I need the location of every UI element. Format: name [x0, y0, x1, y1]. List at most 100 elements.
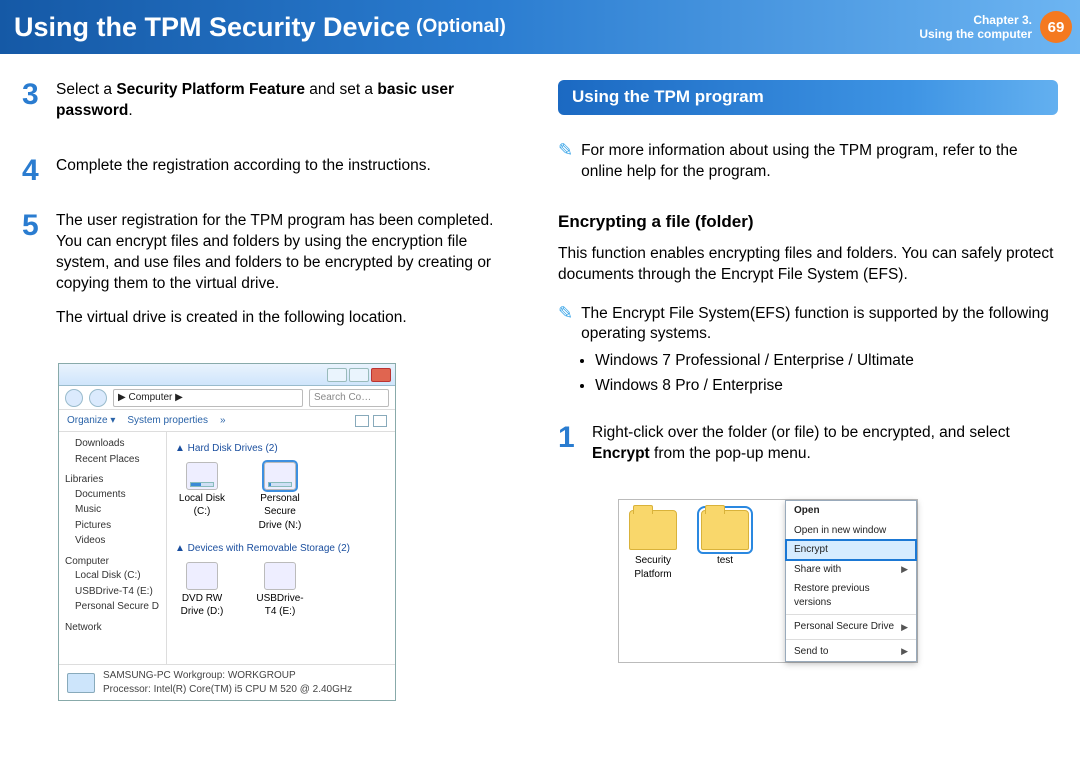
tree-network[interactable]: Network	[65, 621, 166, 635]
note2-li1: Windows 7 Professional / Enterprise / Ul…	[595, 351, 1058, 372]
drive-personal-secure[interactable]: Personal Secure Drive (N:)	[253, 462, 307, 533]
section-banner: Using the TPM program	[558, 80, 1058, 115]
step4-text: Complete the registration according to t…	[56, 156, 431, 177]
nav-back-button[interactable]	[65, 389, 83, 407]
step5-p1: The user registration for the TPM progra…	[56, 211, 522, 295]
nav-fwd-button[interactable]	[89, 389, 107, 407]
tree-localc[interactable]: Local Disk (C:)	[65, 568, 166, 584]
menu-open[interactable]: Open	[786, 501, 916, 521]
organize-menu[interactable]: Organize ▾	[67, 414, 115, 428]
chapter-label: Chapter 3. Using the computer	[919, 13, 1032, 41]
step1r-a: Right-click over the folder (or file) to…	[592, 424, 1010, 441]
chapter-line2: Using the computer	[919, 27, 1032, 41]
note-info-1: ✎ For more information about using the T…	[558, 141, 1058, 189]
note2-li2: Windows 8 Pro / Enterprise	[595, 376, 1058, 397]
pencil-icon: ✎	[558, 141, 573, 189]
page-title: Using the TPM Security Device	[14, 12, 410, 43]
folder-security-platform[interactable]: Security Platform	[625, 510, 681, 581]
left-column: 3 Select a Security Platform Feature and…	[22, 80, 522, 701]
menu-separator	[786, 614, 916, 615]
drive-dvd-label: DVD RW Drive (D:)	[175, 592, 229, 619]
explorer-content: ▲ Hard Disk Drives (2) Local Disk (C:) P…	[167, 432, 395, 664]
note2-lead: The Encrypt File System(EFS) function is…	[581, 304, 1058, 346]
step3-text-c: and set a	[305, 81, 377, 98]
subhead-encrypt: Encrypting a file (folder)	[558, 211, 1058, 234]
view-toggle-icon[interactable]	[355, 415, 369, 427]
context-menu: Open Open in new window Encrypt Share wi…	[785, 500, 917, 662]
drive-usb-label: USBDrive-T4 (E:)	[253, 592, 307, 619]
step3-bold-feature: Security Platform Feature	[116, 81, 305, 98]
drive-local-label: Local Disk (C:)	[175, 492, 229, 519]
page-number-badge: 69	[1040, 11, 1072, 43]
step1r-c: from the pop-up menu.	[650, 445, 811, 462]
menu-restore[interactable]: Restore previous versions	[786, 579, 916, 612]
menu-psd[interactable]: Personal Secure Drive▶	[786, 617, 916, 637]
step-1-right: 1 Right-click over the folder (or file) …	[558, 423, 1058, 479]
step-5: 5 The user registration for the TPM prog…	[22, 211, 522, 344]
context-menu-screenshot: Security Platform test Open Open in new …	[618, 499, 918, 663]
tree-usbt4[interactable]: USBDrive-T4 (E:)	[65, 584, 166, 600]
step-3-body: Select a Security Platform Feature and s…	[56, 80, 522, 136]
nav-tree: Downloads Recent Places Libraries Docume…	[59, 432, 167, 664]
folder-test[interactable]: test	[697, 510, 753, 568]
note-info-2: ✎ The Encrypt File System(EFS) function …	[558, 304, 1058, 402]
window-close-button[interactable]	[371, 368, 391, 382]
tree-documents[interactable]: Documents	[65, 487, 166, 503]
step3-text-a: Select a	[56, 81, 116, 98]
explorer-titlebar	[59, 364, 395, 386]
window-max-button[interactable]	[349, 368, 369, 382]
status-line1: SAMSUNG-PC Workgroup: WORKGROUP	[103, 669, 352, 683]
tree-recent[interactable]: Recent Places	[65, 452, 166, 468]
help-icon[interactable]	[373, 415, 387, 427]
step5-p2: The virtual drive is created in the foll…	[56, 308, 522, 329]
step-number: 4	[22, 156, 46, 191]
drive-local-c[interactable]: Local Disk (C:)	[175, 462, 229, 533]
step1r-b: Encrypt	[592, 445, 650, 462]
menu-share[interactable]: Share with▶	[786, 560, 916, 580]
step-number: 5	[22, 211, 46, 344]
step-3: 3 Select a Security Platform Feature and…	[22, 80, 522, 136]
menu-open-new[interactable]: Open in new window	[786, 521, 916, 541]
tree-videos[interactable]: Videos	[65, 533, 166, 549]
page-title-optional: (Optional)	[416, 16, 506, 38]
section-removable: ▲ Devices with Removable Storage (2)	[175, 542, 387, 556]
section-hdd: ▲ Hard Disk Drives (2)	[175, 442, 387, 456]
folder1-label: Security Platform	[625, 554, 681, 581]
folder-icon	[701, 510, 749, 550]
tree-psd[interactable]: Personal Secure D	[65, 599, 166, 615]
computer-icon	[67, 673, 95, 693]
encrypt-intro: This function enables encrypting files a…	[558, 244, 1058, 286]
tree-libraries[interactable]: Libraries	[65, 473, 166, 487]
tree-computer[interactable]: Computer	[65, 555, 166, 569]
step-5-body: The user registration for the TPM progra…	[56, 211, 522, 344]
menu-sendto[interactable]: Send to▶	[786, 642, 916, 662]
search-input[interactable]: Search Co…	[309, 389, 389, 407]
window-min-button[interactable]	[327, 368, 347, 382]
tree-downloads[interactable]: Downloads	[65, 436, 166, 452]
chapter-line1: Chapter 3.	[919, 13, 1032, 27]
step-number: 1	[558, 423, 582, 479]
step-4-body: Complete the registration according to t…	[56, 156, 431, 191]
menu-separator	[786, 639, 916, 640]
drive-usb[interactable]: USBDrive-T4 (E:)	[253, 562, 307, 619]
system-properties-button[interactable]: System properties	[127, 414, 208, 428]
drive-dvd[interactable]: DVD RW Drive (D:)	[175, 562, 229, 619]
ctx-folders: Security Platform test	[619, 500, 785, 662]
folder-icon	[629, 510, 677, 550]
step-number: 3	[22, 80, 46, 136]
status-line2: Processor: Intel(R) Core(TM) i5 CPU M 52…	[103, 683, 352, 697]
toolbar-more[interactable]: »	[220, 414, 226, 428]
explorer-navbar: ▶ Computer ▶ Search Co…	[59, 386, 395, 410]
explorer-body: Downloads Recent Places Libraries Docume…	[59, 432, 395, 664]
step3-text-e: .	[128, 102, 132, 119]
explorer-toolbar: Organize ▾ System properties »	[59, 410, 395, 432]
menu-encrypt[interactable]: Encrypt	[786, 540, 916, 560]
tree-music[interactable]: Music	[65, 502, 166, 518]
folder2-label: test	[697, 554, 753, 568]
drive-psd-label: Personal Secure Drive (N:)	[253, 492, 307, 533]
tree-pictures[interactable]: Pictures	[65, 518, 166, 534]
header-right: Chapter 3. Using the computer 69	[919, 11, 1080, 43]
pencil-icon: ✎	[558, 304, 573, 402]
address-bar[interactable]: ▶ Computer ▶	[113, 389, 303, 407]
page-header: Using the TPM Security Device (Optional)…	[0, 0, 1080, 54]
